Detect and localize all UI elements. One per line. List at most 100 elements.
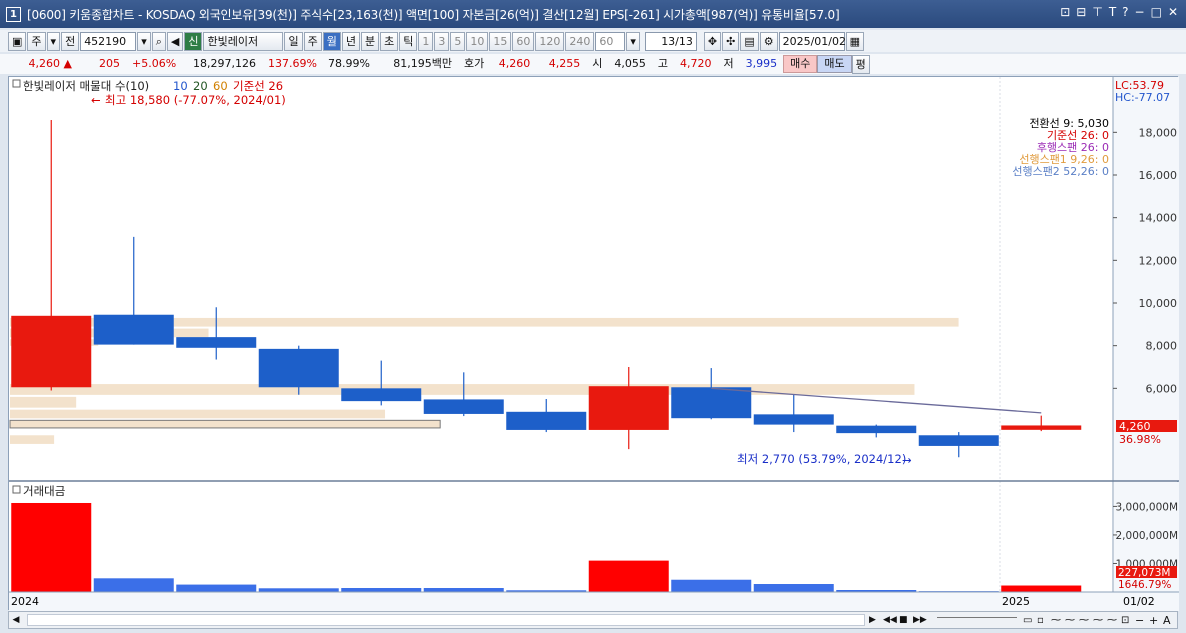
panel-menu-icon[interactable] [12, 79, 21, 88]
stop-icon[interactable]: ■ [899, 615, 913, 625]
period-month[interactable]: 월 [322, 31, 341, 51]
price-tick-label: 6,000 [1146, 382, 1178, 395]
candle-body[interactable] [176, 337, 257, 348]
volume-ticks: 3,000,000M2,000,000M1,000,000M [1113, 501, 1178, 570]
candle-body[interactable] [1001, 425, 1082, 430]
save-icon[interactable]: ▤ [740, 31, 759, 51]
draw-tool-icon-7[interactable]: ⁓ [1107, 615, 1121, 626]
chart-scrollbar[interactable]: ◀ ▶ ◀◀ ■ ▶▶ ▭ ▫ ⁓ ⁓ ⁓ ⁓ ⁓ ⊡ − + A [8, 611, 1178, 629]
volume-panel-menu-icon[interactable] [12, 485, 21, 494]
volume-bar[interactable] [176, 584, 257, 592]
volume-bar[interactable] [588, 560, 669, 592]
candle-body[interactable] [671, 387, 752, 419]
scroll-left-icon[interactable]: ◀ [9, 615, 23, 625]
interval-1[interactable]: 1 [418, 31, 434, 51]
stock-code-input[interactable]: 452190 [80, 31, 137, 51]
minimize-icon[interactable]: − [1135, 5, 1145, 19]
candle-body[interactable] [341, 388, 422, 402]
volume-panel-label: 거래대금 [23, 484, 65, 498]
interval-120[interactable]: 120 [535, 31, 565, 51]
volume-bar[interactable] [93, 578, 174, 592]
intraday-second[interactable]: 초 [380, 31, 399, 51]
volume-bar[interactable] [258, 588, 339, 592]
interval-5[interactable]: 5 [450, 31, 466, 51]
draw-tool-icon-5[interactable]: ⁓ [1079, 615, 1093, 626]
candles[interactable] [11, 119, 1082, 458]
volume-bar[interactable] [11, 502, 92, 592]
sell-button[interactable]: 매도 [817, 55, 852, 73]
draw-tool-icon-6[interactable]: ⁓ [1093, 615, 1107, 626]
candlestick-chart[interactable]: 한빛레이저 매물대 수(10) 10 20 60 기준선 26 ← 최고 18,… [9, 77, 1179, 611]
scroll-track[interactable] [27, 614, 865, 626]
font-icon[interactable]: T [1109, 5, 1116, 19]
candle-body[interactable] [753, 414, 834, 425]
chart-type-icon[interactable]: ⊡ [1121, 615, 1135, 626]
candle-body[interactable] [918, 435, 999, 446]
close-icon[interactable]: ✕ [1168, 5, 1178, 19]
interval-dropdown-icon[interactable]: ▾ [626, 31, 640, 51]
interval-10[interactable]: 10 [466, 31, 489, 51]
chart-area[interactable]: 한빛레이저 매물대 수(10) 10 20 60 기준선 26 ← 최고 18,… [8, 76, 1179, 611]
sound-icon[interactable]: ◀ [166, 31, 184, 51]
volume-bar[interactable] [1001, 585, 1082, 592]
market-select[interactable]: 주 [27, 31, 46, 51]
interval-240[interactable]: 240 [565, 31, 595, 51]
intraday-minute[interactable]: 분 [360, 31, 380, 51]
layout-icon[interactable]: ⊡ [1060, 5, 1070, 19]
volume-bar[interactable] [341, 588, 422, 592]
interval-60[interactable]: 60 [512, 31, 535, 51]
candle-body[interactable] [93, 314, 174, 345]
link-icon[interactable]: ⊟ [1076, 5, 1086, 19]
forward-icon[interactable]: ▶▶ [913, 615, 931, 625]
candle-body[interactable] [423, 399, 504, 414]
buy-button[interactable]: 매수 [783, 55, 818, 73]
zoom-slider[interactable] [937, 617, 1017, 623]
period-day[interactable]: 일 [284, 31, 303, 51]
maximize-icon[interactable]: □ [1151, 5, 1162, 19]
intraday-tick[interactable]: 틱 [399, 31, 418, 51]
auto-scale-icon[interactable]: A [1163, 614, 1177, 627]
draw-tool-icon-3[interactable]: ⁓ [1051, 615, 1065, 626]
candle-body[interactable] [588, 386, 669, 430]
period-year[interactable]: 년 [341, 31, 360, 51]
search-icon[interactable]: ⌕ [151, 31, 166, 51]
volume-bar[interactable] [671, 579, 752, 592]
zoom-out-icon[interactable]: − [1135, 614, 1149, 627]
high-label: 고 [657, 57, 668, 70]
candle-body[interactable] [506, 411, 587, 430]
draw-tool-icon-2[interactable]: ▫ [1037, 615, 1051, 626]
period-week[interactable]: 주 [303, 31, 322, 51]
current-price: 4,260 ▲ [28, 57, 72, 70]
calendar-icon[interactable]: ▦ [845, 31, 865, 51]
crosshair-icon[interactable]: ✣ [722, 31, 740, 51]
candle-body[interactable] [836, 425, 917, 434]
volume-bar[interactable] [753, 584, 834, 592]
zoom-in-icon[interactable]: + [1149, 614, 1163, 627]
tool-icon[interactable]: ✥ [703, 31, 722, 51]
help-icon[interactable]: ? [1122, 5, 1128, 19]
code-dropdown-icon[interactable]: ▾ [137, 31, 151, 51]
all-button[interactable]: 전 [61, 31, 80, 51]
volume-bar[interactable] [423, 588, 504, 592]
rewind-icon[interactable]: ◀◀ [883, 615, 899, 625]
pin-icon[interactable]: ⊤ [1092, 5, 1102, 19]
draw-tool-icon-1[interactable]: ▭ [1023, 615, 1037, 626]
legend-name: 한빛레이저 매물대 수(10) [23, 79, 149, 93]
interval-input[interactable]: 60 [595, 31, 626, 51]
scroll-play-icon[interactable]: ▶ [869, 615, 883, 625]
volume-bars[interactable] [11, 502, 1082, 592]
interval-15[interactable]: 15 [489, 31, 512, 51]
volume-tick-label: 2,000,000M [1116, 530, 1179, 542]
candle-body[interactable] [11, 315, 92, 388]
current-pct-tag: 36.98% [1119, 433, 1161, 446]
interval-3[interactable]: 3 [434, 31, 450, 51]
flat-button[interactable]: 평 [851, 54, 870, 74]
date-input[interactable]: 2025/01/02 [778, 31, 846, 51]
chart-toolbar: ▣ 주 ▾ 전 452190 ▾ ⌕ ◀ 신 한빛레이저 일 주 월 년 분 초… [0, 30, 1186, 52]
screen-icon[interactable]: ▣ [8, 31, 27, 51]
count-input[interactable]: 13/13 [644, 31, 697, 51]
draw-tool-icon-4[interactable]: ⁓ [1065, 615, 1079, 626]
market-dropdown-icon[interactable]: ▾ [46, 31, 61, 51]
candle-body[interactable] [258, 348, 339, 388]
gear-icon[interactable]: ⚙ [759, 31, 778, 51]
